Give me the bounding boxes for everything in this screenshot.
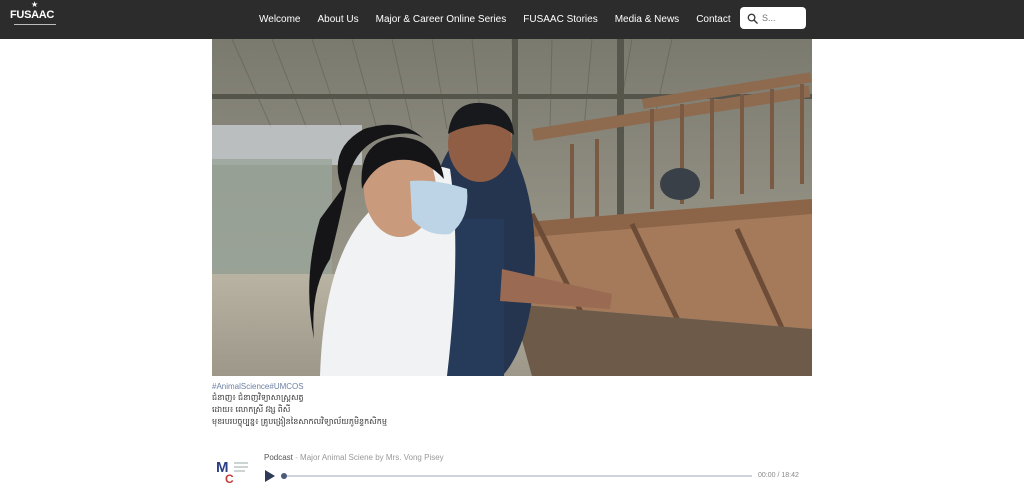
search-input[interactable] [762,13,802,23]
top-navbar: ★ FUSAAC Welcome About Us Major & Career… [0,0,1024,39]
nav-item-welcome[interactable]: Welcome [259,14,301,25]
barn-scene-illustration [212,39,812,376]
logo-text: FUSAAC [10,9,55,21]
post-caption: #AnimalScience#UMCOS ជំនាញ៖ ជំនាញវិទ្យាស… [212,381,812,428]
nav-item-media-news[interactable]: Media & News [615,14,679,25]
star-icon: ★ [31,0,39,9]
logo-tagline-rule [14,24,56,31]
caption-speaker: ដោយ៖ លោកស្រី វង្ស ពិសី [212,405,291,414]
fusaac-logo[interactable]: ★ FUSAAC [10,0,58,36]
podcast-label: Podcast [264,453,293,462]
podcast-player: M C Podcast - Major Animal Sciene by Mrs… [212,451,812,491]
progress-bar[interactable] [281,473,752,479]
play-icon[interactable] [264,470,276,482]
search-icon [747,13,758,24]
podcast-episode-title: Major Animal Sciene by Mrs. Vong Pisey [300,453,444,462]
nav-item-contact[interactable]: Contact [696,14,730,25]
post-photo [212,39,812,376]
caption-occupation: មុខរបរបច្ចុប្បន្ន៖ គ្រូបង្រៀននៃសាកលវិទ្យ… [212,417,387,426]
caption-major: ជំនាញ៖ ជំនាញវិទ្យាសាស្ត្រសត្វ [212,393,304,402]
nav-item-major-career-series[interactable]: Major & Career Online Series [376,14,507,25]
search-box[interactable] [740,7,806,29]
podcast-title: Podcast - Major Animal Sciene by Mrs. Vo… [264,453,444,462]
svg-text:C: C [225,472,234,485]
progress-thumb[interactable] [281,473,287,479]
podcast-logo: M C [215,455,249,485]
nav-item-about-us[interactable]: About Us [318,14,359,25]
podcast-time: 00:00 / 18:42 [758,472,799,479]
nav-item-fusaac-stories[interactable]: FUSAAC Stories [523,14,597,25]
main-menu: Welcome About Us Major & Career Online S… [259,0,731,39]
podcast-separator: - [295,453,298,462]
post-hashtags[interactable]: #AnimalScience#UMCOS [212,381,812,392]
